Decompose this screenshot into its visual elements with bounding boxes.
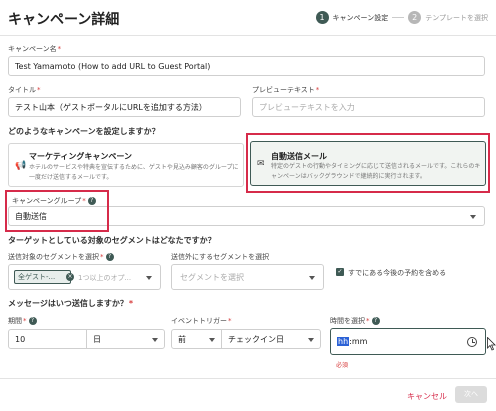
title-input[interactable]: テスト山本（ゲストポータルにURLを追加する方法） (8, 97, 241, 117)
preview-text-input[interactable]: プレビューテキストを入力 (252, 97, 485, 117)
segment-chip[interactable]: 全ゲスト-... (14, 270, 71, 284)
chevron-down-icon (309, 276, 315, 280)
stepper: 1 キャンペーン設定 2 テンプレートを選択 (315, 11, 488, 24)
help-icon: ? (28, 317, 37, 325)
exclude-segment-label: 送信外にするセグメントを選択 (171, 253, 270, 261)
next-button[interactable]: 次へ (455, 386, 487, 403)
time-input[interactable]: hh:mm (330, 328, 486, 355)
clock-icon[interactable] (467, 337, 477, 347)
campaign-name-input[interactable]: Test Yamamoto (How to add URL to Guest P… (8, 56, 485, 76)
step-2-number: 2 (408, 11, 422, 24)
highlight-box-automated-email (246, 133, 490, 193)
megaphone-icon: 📢 (15, 161, 27, 171)
marketing-campaign-title: マーケティングキャンペーン (29, 152, 132, 161)
page-title: キャンペーン詳細 (8, 12, 120, 28)
exclude-segment-select[interactable]: セグメントを選択 (171, 264, 324, 290)
footer-divider (0, 378, 496, 379)
close-icon[interactable]: × (66, 273, 74, 281)
title-label: タイトル* (8, 86, 41, 94)
step-1-number: 1 (315, 11, 329, 24)
time-error-text: 必須 (336, 362, 349, 369)
marketing-campaign-card[interactable]: 📢 マーケティングキャンペーン ホテルのサービスや特典を宣伝するために、ゲストや… (8, 143, 244, 187)
time-label: 時間を選択*? (330, 316, 380, 326)
modal-header: キャンペーン詳細 1 キャンペーン設定 2 テンプレートを選択 (0, 0, 496, 36)
segments-question: ターゲットとしている対象のセグメントはどなたですか？ (8, 236, 216, 245)
help-icon: ? (105, 253, 114, 261)
help-icon: ? (371, 317, 380, 325)
campaign-name-label: キャンペーン名* (8, 45, 62, 53)
marketing-campaign-desc: ホテルのサービスや特典を宣伝するために、ゲストや見込み顧客のグループに一度だけ送… (29, 164, 239, 181)
chevron-down-icon (152, 338, 158, 342)
chevron-down-icon (470, 215, 476, 219)
trigger-event-select[interactable]: チェックイン日 (221, 329, 321, 349)
chevron-down-icon (146, 276, 152, 280)
cancel-button[interactable]: キャンセル (407, 391, 447, 402)
step-1-label: キャンペーン設定 (332, 13, 389, 22)
step-2-label: テンプレートを選択 (425, 13, 488, 22)
campaign-type-question: どのようなキャンペーンを設定しますか？ (8, 127, 160, 136)
trigger-label: イベントトリガー* (171, 317, 232, 325)
future-reservations-checkbox[interactable]: ✓ (336, 268, 344, 276)
step-divider (392, 17, 405, 18)
mouse-pointer-icon (487, 337, 496, 351)
period-value-input[interactable]: 10 (8, 329, 87, 349)
chevron-down-icon (308, 338, 314, 342)
trigger-relation-select[interactable]: 前 (171, 329, 222, 349)
period-unit-select[interactable]: 日 (86, 329, 165, 349)
chevron-down-icon (209, 338, 215, 342)
include-segment-label: 送信対象のセグメントを選択*? (8, 252, 114, 262)
timing-question: メッセージはいつ送信しますか？* (8, 299, 134, 308)
period-label: 期間*? (8, 316, 37, 326)
include-segment-placeholder: 1つ以上のオプ... (78, 274, 132, 282)
preview-text-label: プレビューテキスト* (252, 86, 320, 94)
highlight-box-campaign-group (5, 190, 109, 232)
future-reservations-label: すでにある今後の予約を含める (348, 269, 447, 277)
